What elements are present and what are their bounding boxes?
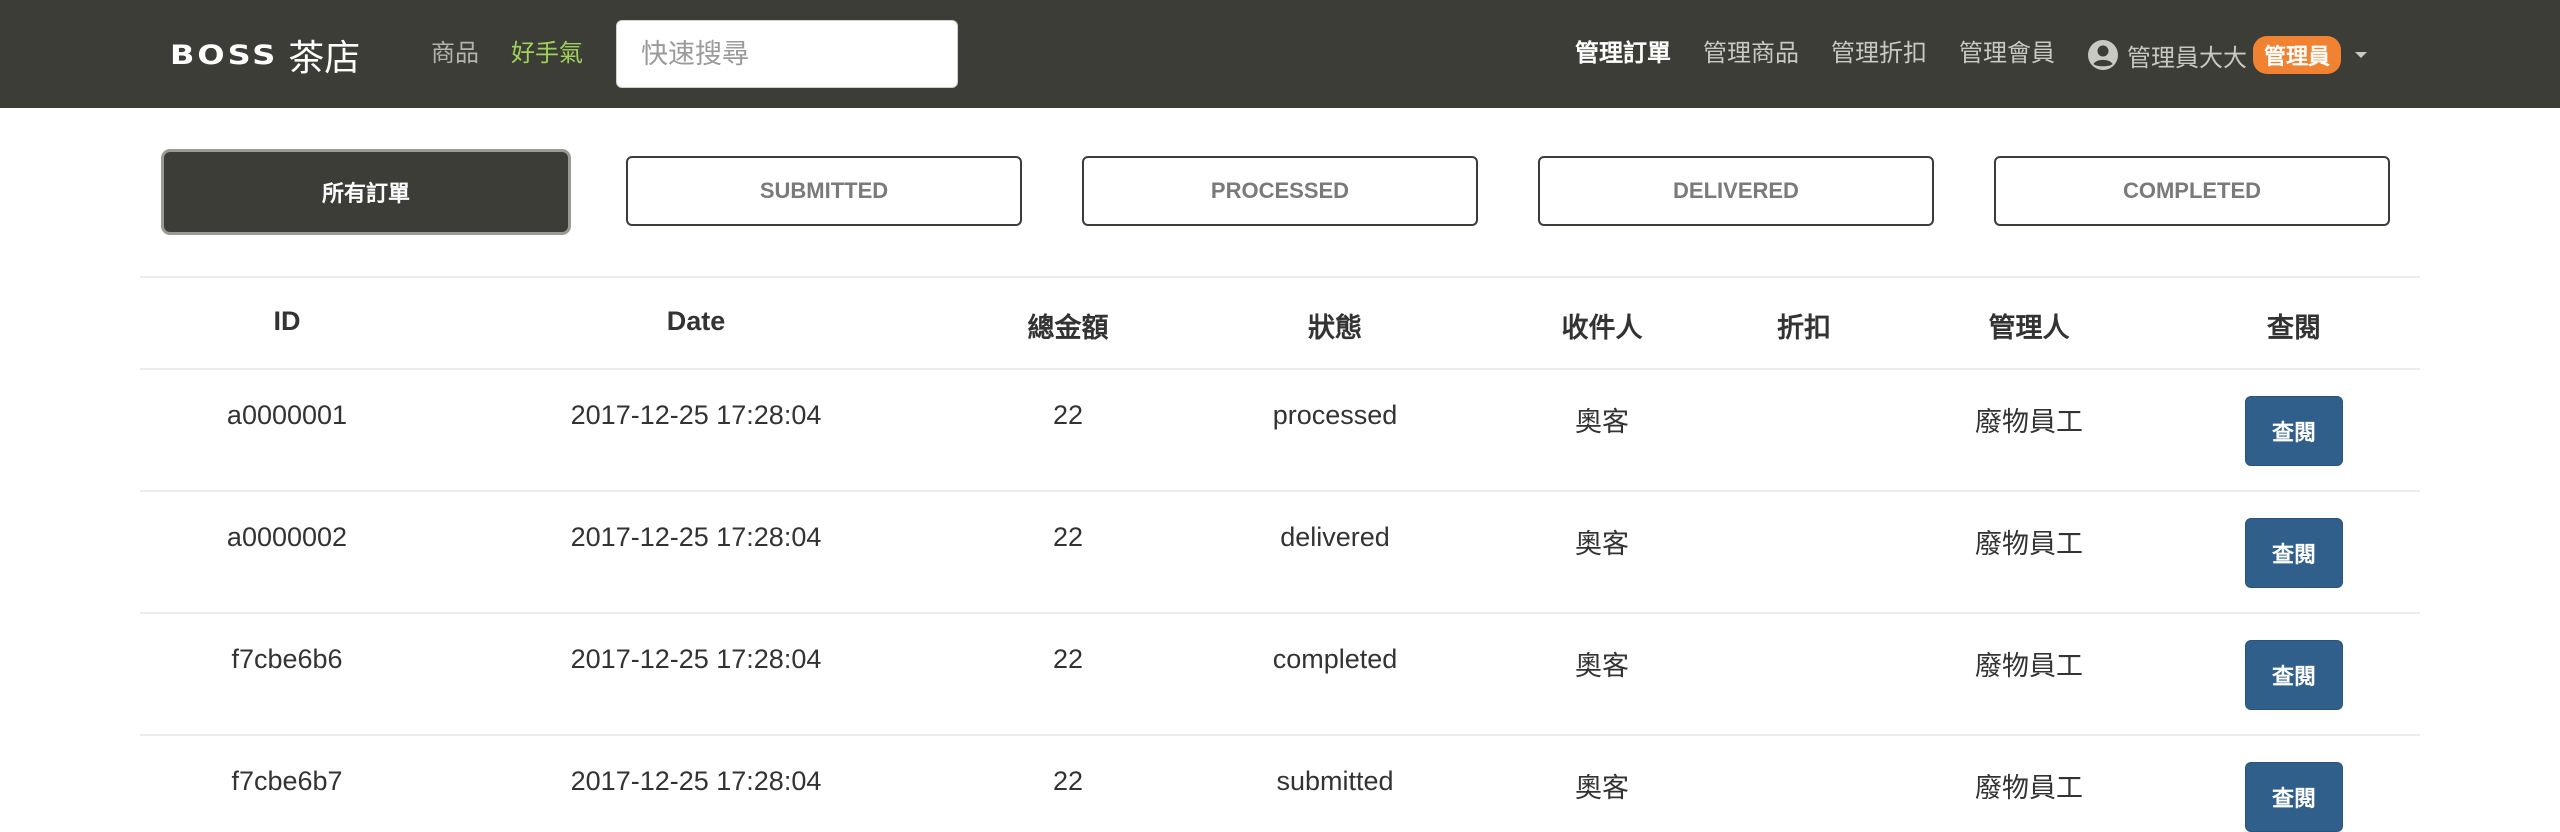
tab-delivered[interactable]: DELIVERED (1538, 156, 1934, 226)
cell-date: 2017-12-25 17:28:04 (570, 644, 822, 674)
cell-total: 22 (1052, 522, 1084, 552)
brand-logo[interactable]: BOSS (170, 39, 278, 70)
cell-manager: 廢物員工 (1975, 773, 2083, 803)
cell-recipient: 奧客 (1575, 773, 1629, 803)
column-header-id: ID (273, 306, 301, 336)
column-header-status: 狀態 (1308, 313, 1362, 343)
cell-manager: 廢物員工 (1975, 651, 2083, 681)
top-navbar: BOSS 茶店 商品 好手氣 管理訂單 管理商品 管理折扣 管理會員 管理員大大… (0, 0, 2560, 108)
table-divider (140, 734, 2420, 736)
cell-total: 22 (1052, 766, 1084, 796)
nav-link-manage-discounts[interactable]: 管理折扣 (1831, 38, 1927, 70)
cell-recipient: 奧客 (1575, 407, 1629, 437)
cell-id: a0000002 (226, 522, 348, 552)
table-divider (140, 490, 2420, 492)
table-divider (140, 612, 2420, 614)
cell-id: f7cbe6b6 (231, 644, 343, 674)
nav-link-lucky[interactable]: 好手氣 (511, 38, 583, 70)
cell-date: 2017-12-25 17:28:04 (570, 400, 822, 430)
column-header-view: 查閱 (2267, 313, 2321, 343)
cell-status: submitted (1276, 766, 1394, 796)
tab-all-orders[interactable]: 所有訂單 (164, 152, 568, 232)
brand-name[interactable]: 茶店 (288, 29, 360, 81)
view-order-button[interactable]: 查閱 (2245, 640, 2343, 710)
column-header-total: 總金額 (1027, 313, 1109, 343)
user-name[interactable]: 管理員大大 (2127, 38, 2247, 73)
role-badge: 管理員 (2253, 36, 2342, 74)
cell-manager: 廢物員工 (1975, 529, 2083, 559)
cell-status: delivered (1280, 522, 1390, 552)
dropdown-caret-icon[interactable] (2355, 52, 2368, 58)
cell-status: processed (1272, 400, 1398, 430)
cell-recipient: 奧客 (1575, 529, 1629, 559)
column-header-recipient: 收件人 (1561, 313, 1643, 343)
tab-submitted[interactable]: SUBMITTED (626, 156, 1022, 226)
nav-link-products[interactable]: 商品 (431, 38, 479, 70)
cell-total: 22 (1052, 400, 1084, 430)
nav-link-manage-products[interactable]: 管理商品 (1703, 38, 1799, 70)
nav-link-manage-orders[interactable]: 管理訂單 (1575, 38, 1671, 70)
cell-total: 22 (1052, 644, 1084, 674)
cell-id: f7cbe6b7 (231, 766, 343, 796)
table-divider (140, 368, 2420, 370)
brand[interactable]: BOSS 茶店 (170, 30, 360, 80)
column-header-manager: 管理人 (1988, 313, 2070, 343)
search-input[interactable] (616, 20, 958, 88)
cell-date: 2017-12-25 17:28:04 (570, 522, 822, 552)
cell-status: completed (1272, 644, 1398, 674)
user-circle-icon (2088, 40, 2118, 70)
column-header-date: Date (666, 306, 726, 336)
cell-manager: 廢物員工 (1975, 407, 2083, 437)
user-menu[interactable]: 管理員大大 管理員 (2087, 36, 2368, 74)
cell-date: 2017-12-25 17:28:04 (570, 766, 822, 796)
cell-recipient: 奧客 (1575, 651, 1629, 681)
table-divider (140, 276, 2420, 278)
cell-id: a0000001 (226, 400, 348, 430)
view-order-button[interactable]: 查閱 (2245, 396, 2343, 466)
view-order-button[interactable]: 查閱 (2245, 518, 2343, 588)
tab-completed[interactable]: COMPLETED (1994, 156, 2390, 226)
column-header-discount: 折扣 (1777, 313, 1831, 343)
nav-link-manage-members[interactable]: 管理會員 (1959, 38, 2055, 70)
tab-processed[interactable]: PROCESSED (1082, 156, 1478, 226)
